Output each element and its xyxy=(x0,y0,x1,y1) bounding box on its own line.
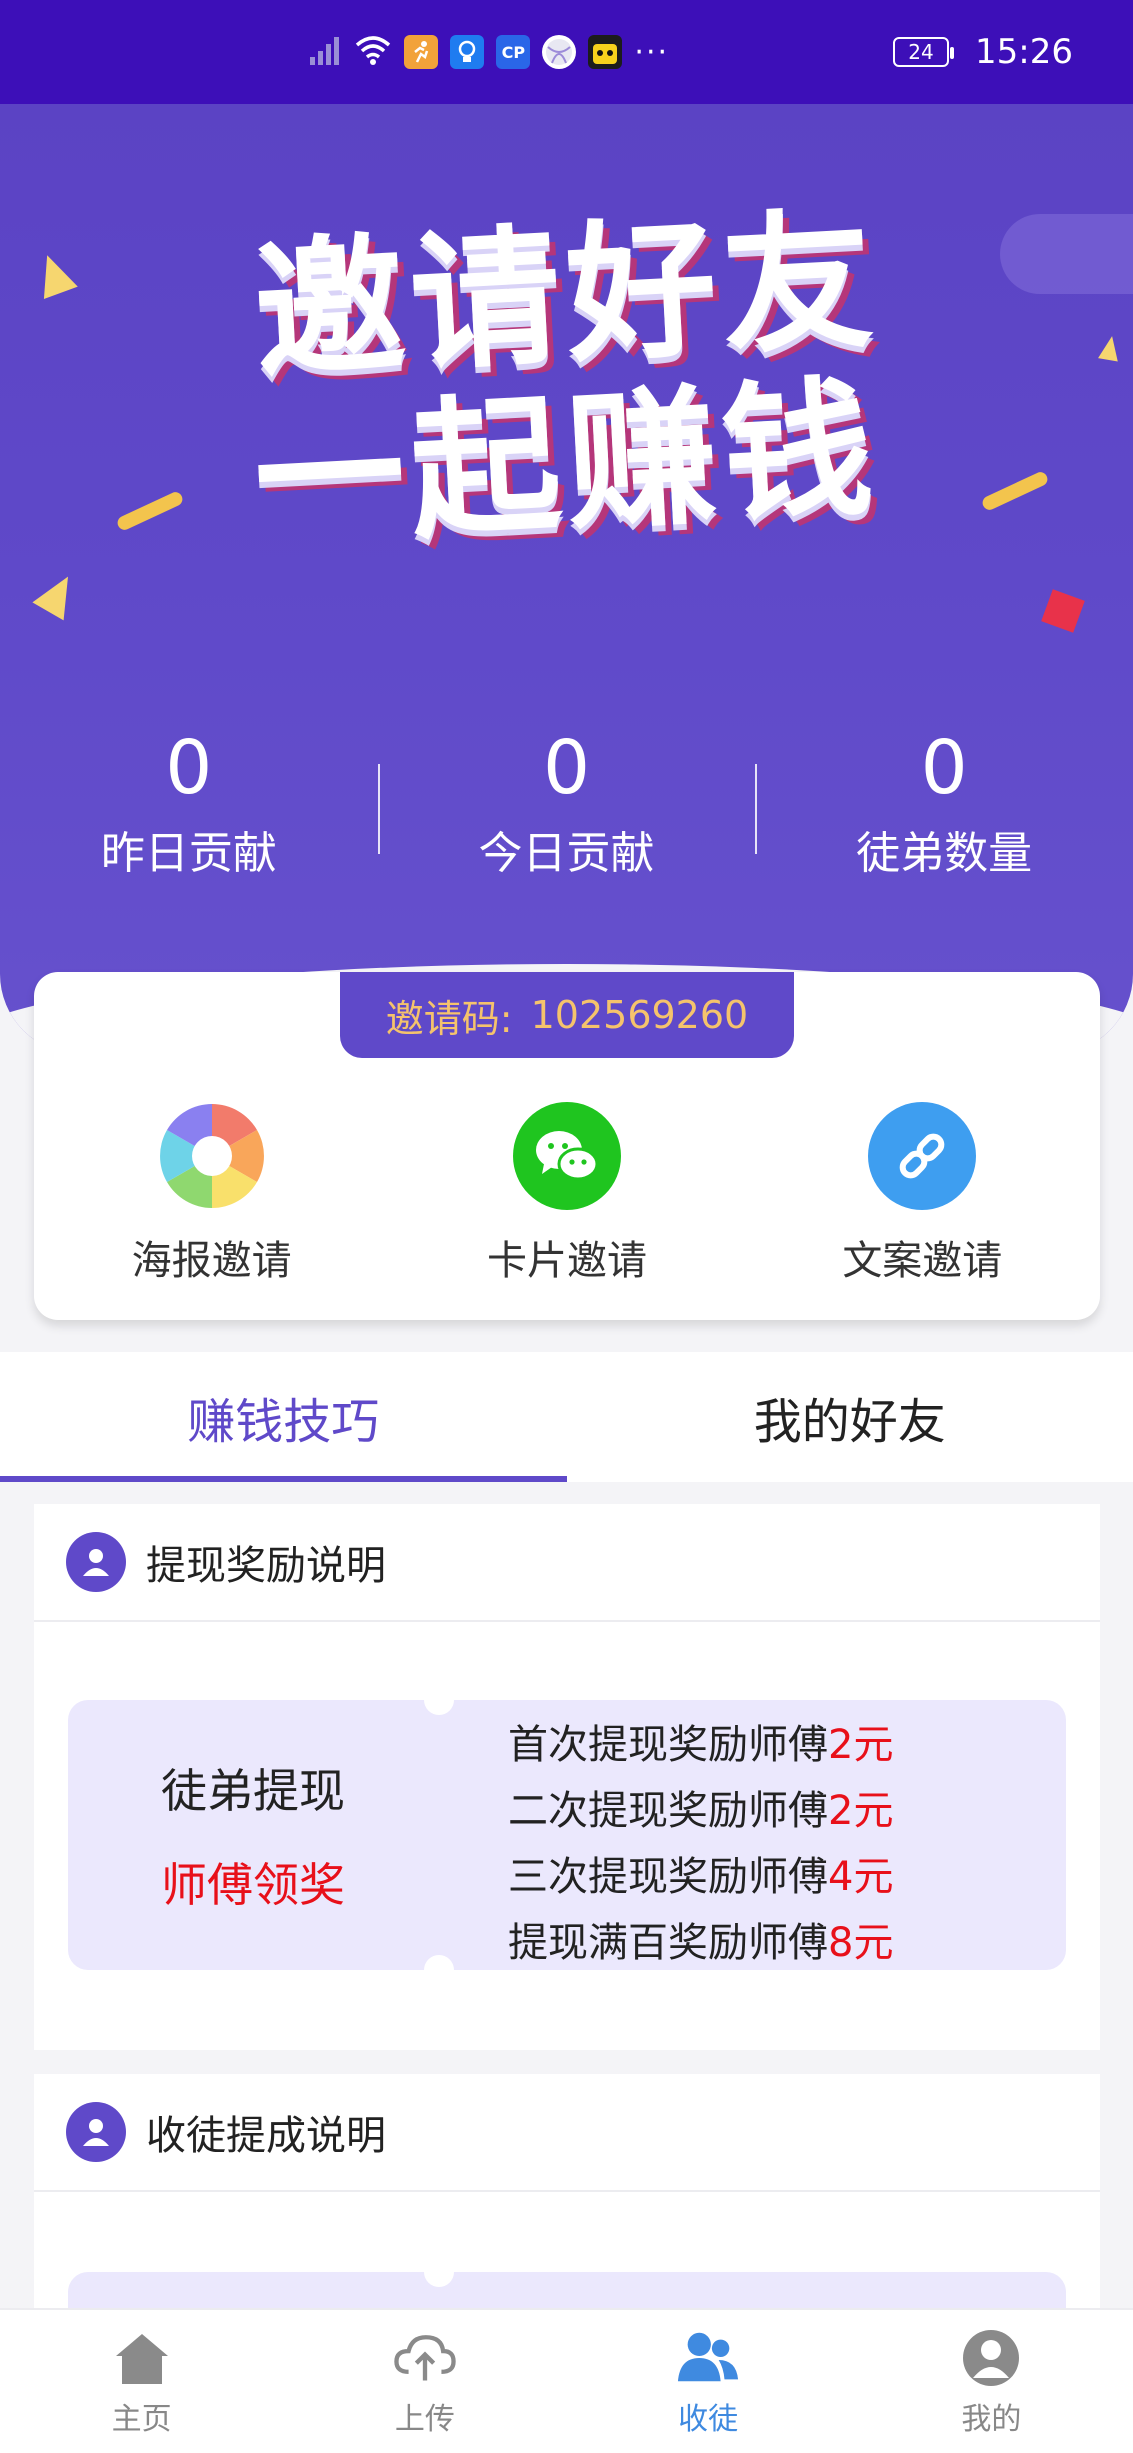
rule-amount: 8元 xyxy=(828,1920,894,1966)
card-title: 收徒提成说明 xyxy=(146,2113,386,2159)
card-header: 收徒提成说明 xyxy=(34,2074,1100,2192)
camera-shutter-icon xyxy=(158,1102,266,1210)
poster-invite-button[interactable]: 海报邀请 xyxy=(34,1102,389,1286)
user-avatar-icon xyxy=(66,2102,126,2162)
card-header: 提现奖励说明 xyxy=(34,1504,1100,1622)
home-icon xyxy=(110,2326,174,2390)
nav-upload[interactable]: 上传 xyxy=(283,2310,566,2453)
card-title: 提现奖励说明 xyxy=(146,1543,386,1589)
invite-card: 邀请码: 102569260 海报邀请 卡片邀请 文案邀请 xyxy=(34,972,1100,1320)
rule-amount: 4元 xyxy=(828,1854,894,1900)
reward-rule: 二次提现奖励师傅2元 xyxy=(508,1778,1048,1844)
text-invite-button[interactable]: 文案邀请 xyxy=(745,1102,1100,1286)
share-label: 海报邀请 xyxy=(131,1238,292,1284)
more-status-icon: ··· xyxy=(634,34,670,70)
stat-label: 昨日贡献 xyxy=(100,827,277,879)
rule-amount: 2元 xyxy=(828,1722,894,1768)
user-icon xyxy=(959,2326,1023,2390)
cp-app-icon: CP xyxy=(496,35,531,69)
tab-earning-tips[interactable]: 赚钱技巧 xyxy=(0,1352,567,1482)
stat-label: 今日贡献 xyxy=(478,827,655,879)
nav-label: 我的 xyxy=(961,2401,1022,2437)
cat-app-icon xyxy=(588,35,623,69)
rule-amount: 2元 xyxy=(828,1788,894,1834)
commission-card: 收徒提成说明 xyxy=(34,2074,1100,2308)
clock: 15:26 xyxy=(975,32,1073,72)
stat-today: 0 今日贡献 xyxy=(377,724,756,881)
invite-code-label: 邀请码: xyxy=(385,996,513,1041)
tab-bar: 赚钱技巧 我的好友 xyxy=(0,1352,1133,1482)
wechat-icon xyxy=(512,1102,621,1210)
stat-value: 0 xyxy=(542,725,591,811)
hero-banner: 邀请好友 一起赚钱 0 昨日贡献 0 今日贡献 0 徒弟数量 xyxy=(0,104,1133,1054)
runner-app-icon xyxy=(404,35,439,69)
nav-home[interactable]: 主页 xyxy=(0,2310,283,2453)
rule-text: 首次提现奖励师傅 xyxy=(508,1722,828,1768)
reward-rules: 首次提现奖励师傅2元 二次提现奖励师傅2元 三次提现奖励师傅4元 提现满百奖励师… xyxy=(508,1712,1048,1976)
ticket-notch xyxy=(424,2257,454,2287)
share-label: 文案邀请 xyxy=(842,1238,1003,1284)
star-decoration xyxy=(32,567,84,621)
rule-text: 三次提现奖励师傅 xyxy=(508,1854,828,1900)
stat-yesterday: 0 昨日贡献 xyxy=(0,724,378,881)
bottom-navigation: 主页 上传 收徒 我的 xyxy=(0,2308,1133,2453)
battery-indicator: 24 xyxy=(893,37,955,67)
card-invite-button[interactable]: 卡片邀请 xyxy=(389,1102,744,1286)
nav-label: 主页 xyxy=(111,2401,172,2437)
stats-row: 0 昨日贡献 0 今日贡献 0 徒弟数量 xyxy=(0,724,1133,881)
link-icon xyxy=(868,1102,977,1210)
nav-label: 收徒 xyxy=(678,2401,739,2437)
tab-my-friends[interactable]: 我的好友 xyxy=(567,1352,1133,1482)
share-label: 卡片邀请 xyxy=(486,1238,647,1284)
stat-value: 0 xyxy=(920,725,968,811)
stat-value: 0 xyxy=(165,725,213,811)
invite-code-badge[interactable]: 邀请码: 102569260 xyxy=(340,972,794,1058)
nav-label: 上传 xyxy=(394,2401,455,2437)
users-icon xyxy=(676,2326,740,2390)
reward-rule: 三次提现奖励师傅4元 xyxy=(508,1844,1048,1910)
rule-text: 提现满百奖励师傅 xyxy=(508,1920,828,1966)
ticket-line2: 师傅领奖 xyxy=(161,1858,345,1912)
ticket-line1: 徒弟提现 xyxy=(161,1764,345,1818)
wifi-icon xyxy=(354,33,392,71)
rule-text: 二次提现奖励师傅 xyxy=(508,1788,828,1834)
nav-mine[interactable]: 我的 xyxy=(850,2310,1133,2453)
nav-recruit[interactable]: 收徒 xyxy=(567,2310,850,2453)
stat-label: 徒弟数量 xyxy=(856,827,1033,879)
signal-icon xyxy=(308,33,342,71)
ticket-left: 徒弟提现 师傅领奖 xyxy=(68,1700,438,1970)
bulb-app-icon xyxy=(450,35,485,69)
invite-code-value: 102569260 xyxy=(530,993,749,1037)
ball-app-icon xyxy=(542,35,577,69)
status-bar: CP ··· 24 15:26 xyxy=(0,0,1133,104)
reward-rule: 提现满百奖励师傅8元 xyxy=(508,1910,1048,1976)
reward-rule: 首次提现奖励师傅2元 xyxy=(508,1712,1048,1778)
stat-apprentices: 0 徒弟数量 xyxy=(755,724,1133,881)
withdraw-reward-card: 提现奖励说明 徒弟提现 师傅领奖 首次提现奖励师傅2元 二次提现奖励师傅2元 三… xyxy=(34,1504,1100,2050)
status-icons: CP ··· xyxy=(308,33,669,71)
diamond-decoration xyxy=(1041,589,1085,633)
cloud-upload-icon xyxy=(393,2326,457,2390)
reward-ticket: 徒弟提现 师傅领奖 首次提现奖励师傅2元 二次提现奖励师傅2元 三次提现奖励师傅… xyxy=(68,1685,1066,1985)
commission-ticket xyxy=(68,2257,1066,2308)
share-options: 海报邀请 卡片邀请 文案邀请 xyxy=(34,1102,1100,1286)
hero-title: 邀请好友 一起赚钱 xyxy=(0,194,1133,568)
user-avatar-icon xyxy=(66,1532,126,1592)
